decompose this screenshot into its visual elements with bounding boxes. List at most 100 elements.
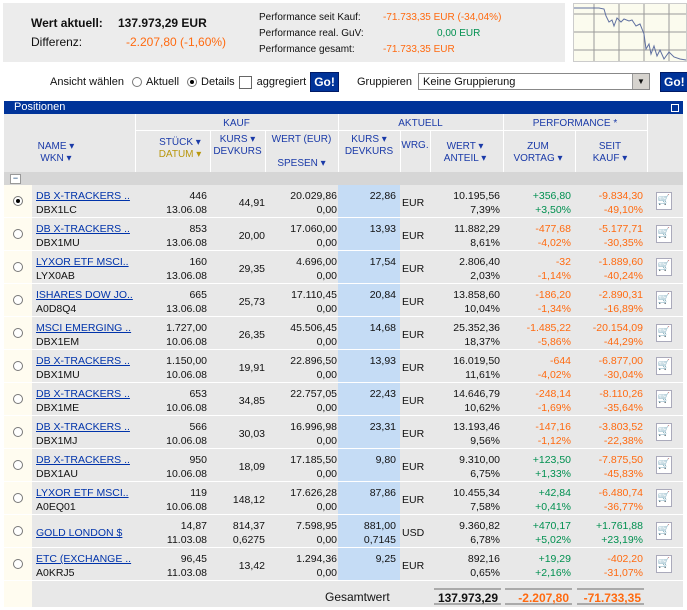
datum: 10.06.08	[166, 402, 207, 414]
waehrung: EUR	[402, 560, 425, 572]
table-row[interactable]: ETC (EXCHANGE .. A0KRJ5 96,45 11.03.08 1…	[4, 548, 683, 581]
select-position-radio[interactable]	[13, 361, 23, 371]
select-position-radio[interactable]	[13, 427, 23, 437]
anteil: 0,65%	[470, 567, 500, 579]
position-name-link[interactable]: MSCI EMERGING ..	[36, 321, 131, 335]
aktuell-kurs: 22,86	[369, 190, 396, 202]
anteil: 7,39%	[470, 204, 500, 216]
table-row[interactable]: LYXOR ETF MSCI.. A0EQ01 119 10.06.08 148…	[4, 482, 683, 515]
table-row[interactable]: ISHARES DOW JO.. A0D8Q4 665 13.06.08 25,…	[4, 284, 683, 317]
position-name-link[interactable]: ISHARES DOW JO..	[36, 288, 133, 302]
perf-vortag-pct: +1,33%	[535, 468, 571, 480]
shopping-cart-icon[interactable]: 🛒	[656, 456, 672, 474]
position-name-link[interactable]: ETC (EXCHANGE ..	[36, 552, 131, 566]
perf-seit-kauf-pct: -30,04%	[603, 369, 643, 381]
anteil: 6,78%	[470, 534, 500, 546]
table-row[interactable]: DB X-TRACKERS .. DBX1LC 446 13.06.08 44,…	[4, 185, 683, 218]
sort-kurs[interactable]: KURS ▾	[210, 134, 265, 145]
datum: 10.06.08	[166, 336, 207, 348]
table-row[interactable]: DB X-TRACKERS .. DBX1ME 653 10.06.08 34,…	[4, 383, 683, 416]
select-position-radio[interactable]	[13, 328, 23, 338]
shopping-cart-icon[interactable]: 🛒	[656, 225, 672, 243]
table-row[interactable]: LYXOR ETF MSCI.. LYX0AB 160 13.06.08 29,…	[4, 251, 683, 284]
collapse-icon[interactable]	[671, 104, 679, 112]
shopping-cart-icon[interactable]: 🛒	[656, 357, 672, 375]
select-position-radio[interactable]	[13, 262, 23, 272]
sort-akurs[interactable]: KURS ▾	[338, 134, 400, 145]
aktuell-wert: 16.019,50	[453, 355, 500, 367]
go-view-button[interactable]: Go!	[310, 72, 339, 92]
wkn: LYX0AB	[36, 270, 75, 282]
table-row[interactable]: MSCI EMERGING .. DBX1EM 1.727,00 10.06.0…	[4, 317, 683, 350]
table-row[interactable]: DB X-TRACKERS .. DBX1MU 853 13.06.08 20,…	[4, 218, 683, 251]
perf-seit-kauf: -7.875,50	[598, 454, 643, 466]
table-row[interactable]: DB X-TRACKERS .. DBX1MU 1.150,00 10.06.0…	[4, 350, 683, 383]
shopping-cart-icon[interactable]: 🛒	[656, 489, 672, 507]
sort-name[interactable]: NAME ▾	[36, 141, 76, 152]
position-name-link[interactable]: GOLD LONDON $	[36, 526, 122, 540]
aktuell-wert: 10.455,34	[453, 487, 500, 499]
select-position-radio[interactable]	[13, 295, 23, 305]
perf-seit-kauf-pct: -36,77%	[603, 501, 643, 513]
kauf-wert: 1.294,36	[296, 553, 337, 565]
spesen: 0,00	[316, 237, 337, 249]
spesen: 0,00	[316, 303, 337, 315]
select-position-radio[interactable]	[13, 196, 23, 206]
position-name-link[interactable]: DB X-TRACKERS ..	[36, 189, 130, 203]
shopping-cart-icon[interactable]: 🛒	[656, 390, 672, 408]
shopping-cart-icon[interactable]: 🛒	[656, 324, 672, 342]
position-name-link[interactable]: DB X-TRACKERS ..	[36, 222, 130, 236]
shopping-cart-icon[interactable]: 🛒	[656, 522, 672, 540]
sort-wert[interactable]: WERT ▾	[430, 141, 500, 152]
go-group-button[interactable]: Go!	[660, 72, 687, 92]
sort-datum[interactable]: DATUM ▾	[150, 149, 210, 160]
select-position-radio[interactable]	[13, 229, 23, 239]
datum: 10.06.08	[166, 468, 207, 480]
sort-anteil[interactable]: ANTEIL ▾	[430, 153, 500, 164]
shopping-cart-icon[interactable]: 🛒	[656, 555, 672, 573]
gruppieren-select[interactable]: Keine Gruppierung ▼	[418, 73, 650, 90]
position-name-link[interactable]: LYXOR ETF MSCI..	[36, 255, 129, 269]
radio-aktuell[interactable]	[132, 77, 142, 87]
sort-vortag[interactable]: VORTAG ▾	[503, 153, 573, 164]
kauf-kurs: 34,85	[238, 395, 265, 407]
perf-real-label: Performance real. GuV:	[259, 28, 364, 39]
aggregiert-checkbox[interactable]	[238, 75, 252, 89]
aktuell-wert: 2.806,40	[459, 256, 500, 268]
sort-stueck[interactable]: STÜCK ▾	[150, 137, 210, 148]
spesen: 0,00	[316, 567, 337, 579]
radio-details[interactable]	[187, 77, 198, 87]
table-row[interactable]: DB X-TRACKERS .. DBX1AU 950 10.06.08 18,…	[4, 449, 683, 482]
perf-vortag-pct: -4,02%	[537, 369, 571, 381]
collapse-all-icon[interactable]: −	[10, 174, 21, 184]
sort-wkn[interactable]: WKN ▾	[36, 153, 76, 164]
perf-vortag-pct: -1,14%	[537, 270, 571, 282]
position-name-link[interactable]: DB X-TRACKERS ..	[36, 354, 130, 368]
table-row[interactable]: DB X-TRACKERS .. DBX1MJ 566 10.06.08 30,…	[4, 416, 683, 449]
group-row: −	[4, 172, 683, 185]
position-name-link[interactable]: DB X-TRACKERS ..	[36, 420, 130, 434]
aktuell-kurs: 14,68	[369, 322, 396, 334]
adevkurs-label: DEVKURS	[344, 146, 394, 157]
shopping-cart-icon[interactable]: 🛒	[656, 423, 672, 441]
perf-vortag: -1.485,22	[526, 322, 571, 334]
select-position-radio[interactable]	[13, 460, 23, 470]
select-position-radio[interactable]	[13, 394, 23, 404]
select-position-radio[interactable]	[13, 526, 23, 536]
shopping-cart-icon[interactable]: 🛒	[656, 192, 672, 210]
stueck: 665	[189, 289, 207, 301]
select-position-radio[interactable]	[13, 493, 23, 503]
shopping-cart-icon[interactable]: 🛒	[656, 291, 672, 309]
position-name-link[interactable]: DB X-TRACKERS ..	[36, 387, 130, 401]
sort-seit-kauf[interactable]: KAUF ▾	[575, 153, 645, 164]
ansicht-label: Ansicht wählen	[50, 76, 124, 88]
position-name-link[interactable]: DB X-TRACKERS ..	[36, 453, 130, 467]
sort-spesen[interactable]: SPESEN ▾	[265, 158, 338, 169]
table-row[interactable]: GOLD LONDON $ 14,87 11.03.08 814,37 0,62…	[4, 515, 683, 548]
waehrung: EUR	[402, 329, 425, 341]
shopping-cart-icon[interactable]: 🛒	[656, 258, 672, 276]
wert-aktuell-value: 137.973,29 EUR	[118, 16, 207, 30]
select-position-radio[interactable]	[13, 559, 23, 569]
position-name-link[interactable]: LYXOR ETF MSCI..	[36, 486, 129, 500]
kauf-kurs: 26,35	[238, 329, 265, 341]
